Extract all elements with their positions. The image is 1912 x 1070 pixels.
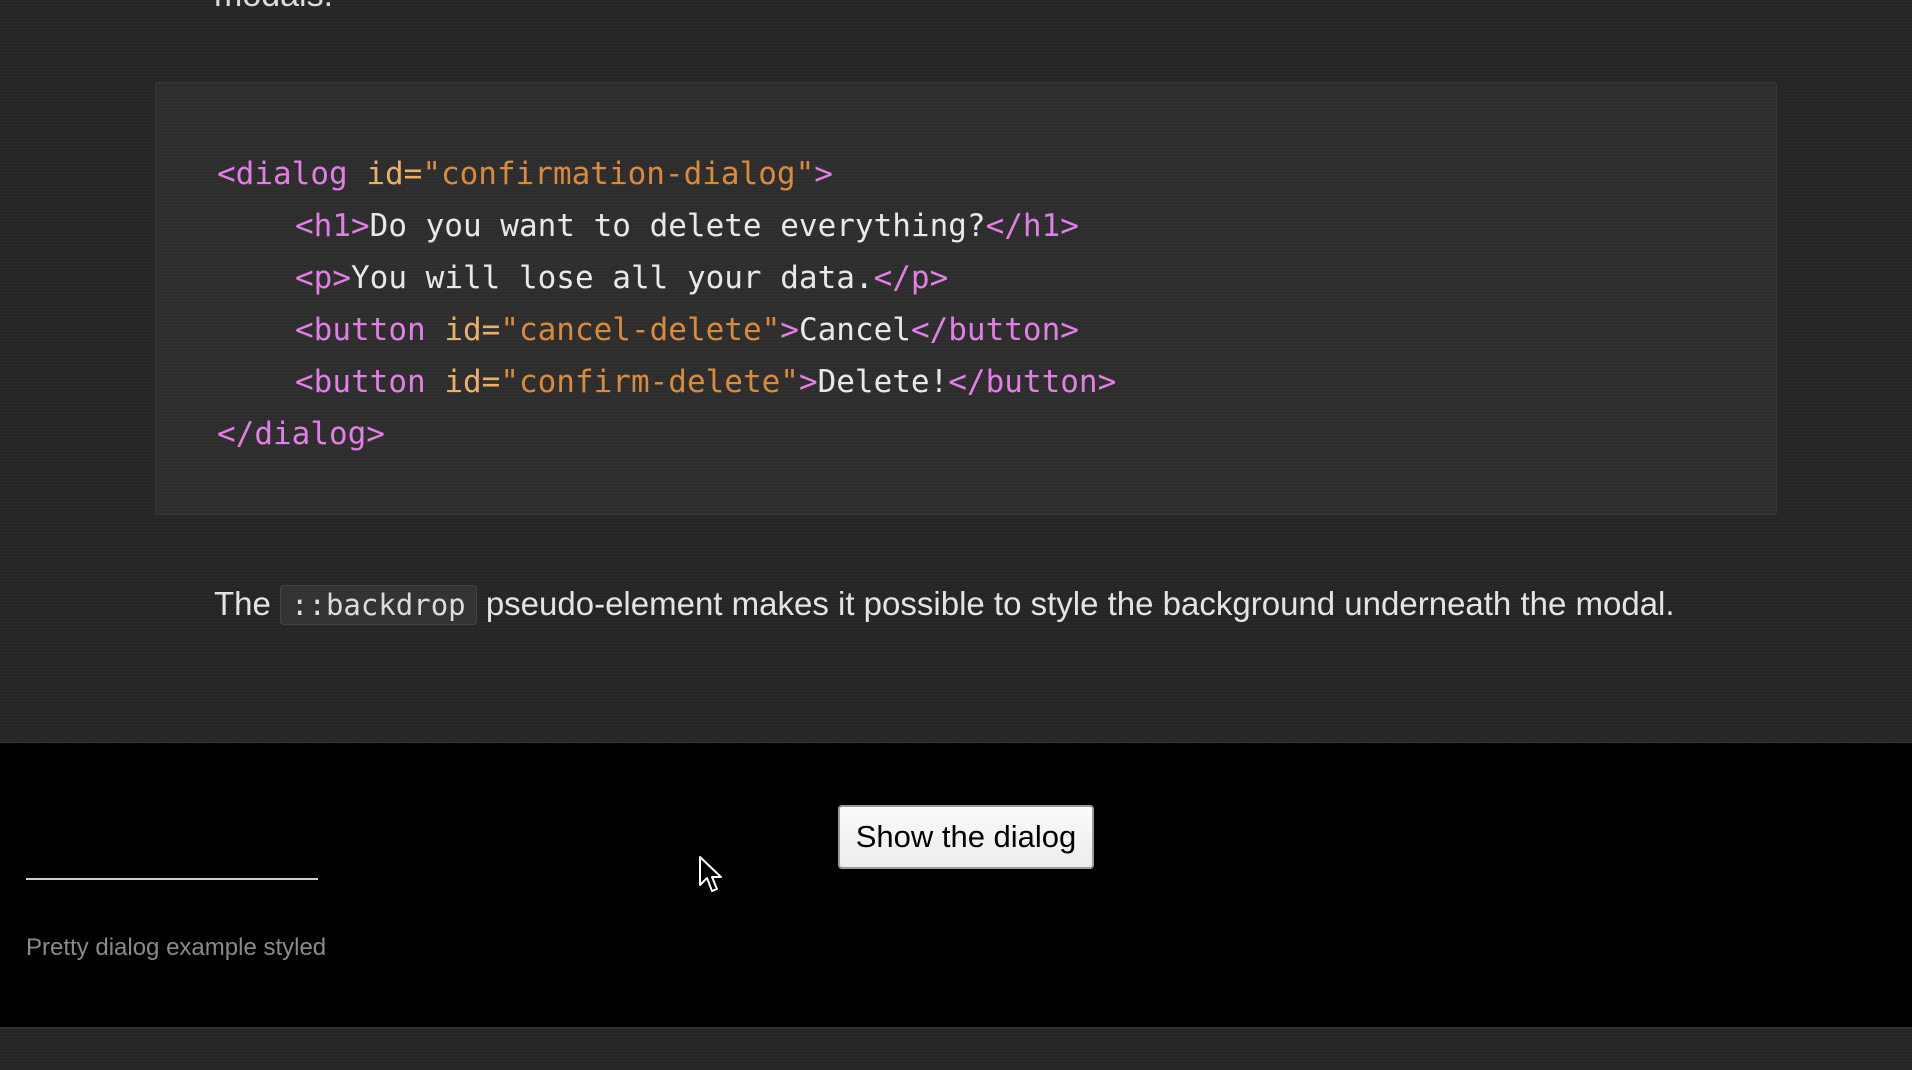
code-token-tag: <button — [295, 312, 445, 348]
code-line-confirm-button: <button id="confirm-delete">Delete!</but… — [217, 356, 1116, 408]
code-token-attr: id= — [444, 364, 501, 400]
paragraph-text: pseudo-element makes it possible to styl… — [476, 585, 1675, 622]
caption-divider — [26, 878, 318, 880]
code-token-tag: </button> — [910, 312, 1079, 348]
code-token-tag: <button — [295, 364, 445, 400]
show-dialog-button[interactable]: Show the dialog — [838, 805, 1094, 869]
backdrop-paragraph: The ::backdrop pseudo-element makes it p… — [214, 578, 1714, 631]
code-token-string: "confirmation-dialog" — [422, 156, 815, 192]
mouse-pointer-icon — [699, 856, 722, 892]
code-line-h1: <h1>Do you want to delete everything?</h… — [217, 200, 1116, 252]
code-line-dialog-close: </dialog> — [217, 408, 1116, 460]
inline-code-backdrop: ::backdrop — [280, 585, 477, 625]
code-line-cancel-button: <button id="cancel-delete">Cancel</butto… — [217, 304, 1116, 356]
code-line-dialog-open: <dialog id="confirmation-dialog"> — [217, 148, 1116, 200]
code-token-attr: id= — [366, 156, 423, 192]
code-block: <dialog id="confirmation-dialog"> <h1>Do … — [155, 82, 1777, 515]
code-line-p: <p>You will lose all your data.</p> — [217, 252, 1116, 304]
code-token-attr: id= — [444, 312, 501, 348]
code-token-text: Do you want to delete everything? — [369, 208, 986, 244]
demo-caption: Pretty dialog example styled — [26, 934, 327, 961]
code-token-text: You will lose all your data. — [351, 260, 874, 296]
code-token-string: "cancel-delete" — [500, 312, 781, 348]
code-token-tag: <h1> — [295, 208, 370, 244]
code-token-tag: </button> — [948, 364, 1117, 400]
code-token-tag: </p> — [873, 260, 949, 296]
code-token-text: Cancel — [798, 312, 911, 348]
demo-panel: Show the dialog Pretty dialog example st… — [0, 742, 1912, 1029]
code-token-text: Delete! — [817, 364, 949, 400]
code-listing: <dialog id="confirmation-dialog"> <h1>Do … — [217, 148, 1116, 460]
code-token-tag: <dialog — [217, 156, 367, 192]
code-token-tag: > — [780, 312, 799, 348]
code-token-tag: > — [814, 156, 833, 192]
paragraph-text: The — [214, 585, 281, 622]
code-token-tag: </dialog> — [217, 416, 385, 452]
article-text-fragment: modals. — [214, 0, 333, 12]
code-token-tag: <p> — [295, 260, 351, 296]
code-token-string: "confirm-delete" — [500, 364, 799, 400]
code-token-tag: > — [798, 364, 818, 400]
code-token-tag: </h1> — [985, 208, 1079, 244]
